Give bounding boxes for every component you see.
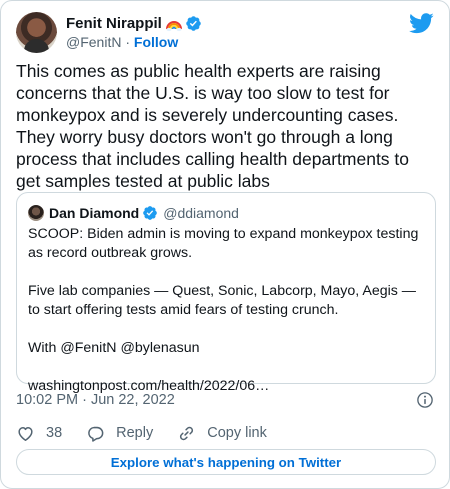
- quoted-author-avatar: [28, 205, 44, 221]
- verified-badge-icon: [186, 16, 201, 31]
- reply-label: Reply: [116, 425, 154, 441]
- tweet-actions: 38 Reply Copy link: [16, 423, 291, 443]
- copy-link-button[interactable]: Copy link: [177, 424, 267, 443]
- quoted-tweet-text: SCOOP: Biden admin is moving to expand m…: [28, 226, 419, 394]
- info-icon[interactable]: [416, 391, 434, 409]
- author-name-row: Fenit Nirappil: [66, 14, 202, 33]
- tweet-text: This comes as public health experts are …: [16, 61, 410, 191]
- reply-button[interactable]: Reply: [86, 424, 153, 443]
- embedded-tweet-card: Fenit Nirappil @FenitN · Follow This com…: [0, 0, 450, 489]
- twitter-bird-icon[interactable]: [409, 13, 434, 34]
- timestamp-row: 10:02 PM · Jun 22, 2022: [16, 391, 434, 409]
- reply-bubble-icon: [88, 426, 104, 442]
- author-avatar[interactable]: [16, 12, 57, 53]
- explore-twitter-button[interactable]: Explore what's happening on Twitter: [16, 449, 436, 475]
- quoted-tweet-header: Dan Diamond @ddiamond: [28, 204, 239, 222]
- like-count: 38: [46, 425, 63, 441]
- author-handle[interactable]: @FenitN: [66, 34, 121, 50]
- author-display-name[interactable]: Fenit Nirappil: [66, 15, 162, 32]
- author-handle-row: @FenitN · Follow: [66, 34, 178, 52]
- copy-link-label: Copy link: [207, 425, 267, 441]
- verified-badge-icon: [143, 206, 158, 220]
- follow-button[interactable]: Follow: [134, 34, 178, 50]
- like-button[interactable]: 38: [16, 424, 62, 443]
- link-icon: [180, 426, 194, 440]
- heart-icon: [18, 426, 33, 441]
- rainbow-emoji-icon: [165, 20, 182, 31]
- quoted-author-name: Dan Diamond: [49, 205, 140, 221]
- quoted-author-handle: @ddiamond: [163, 205, 239, 221]
- quoted-tweet[interactable]: Dan Diamond @ddiamond SCOOP: Biden admin…: [16, 192, 436, 394]
- tweet-timestamp[interactable]: 10:02 PM · Jun 22, 2022: [16, 392, 175, 408]
- tweet-header: Fenit Nirappil @FenitN · Follow: [16, 12, 434, 56]
- handle-separator: ·: [121, 34, 134, 50]
